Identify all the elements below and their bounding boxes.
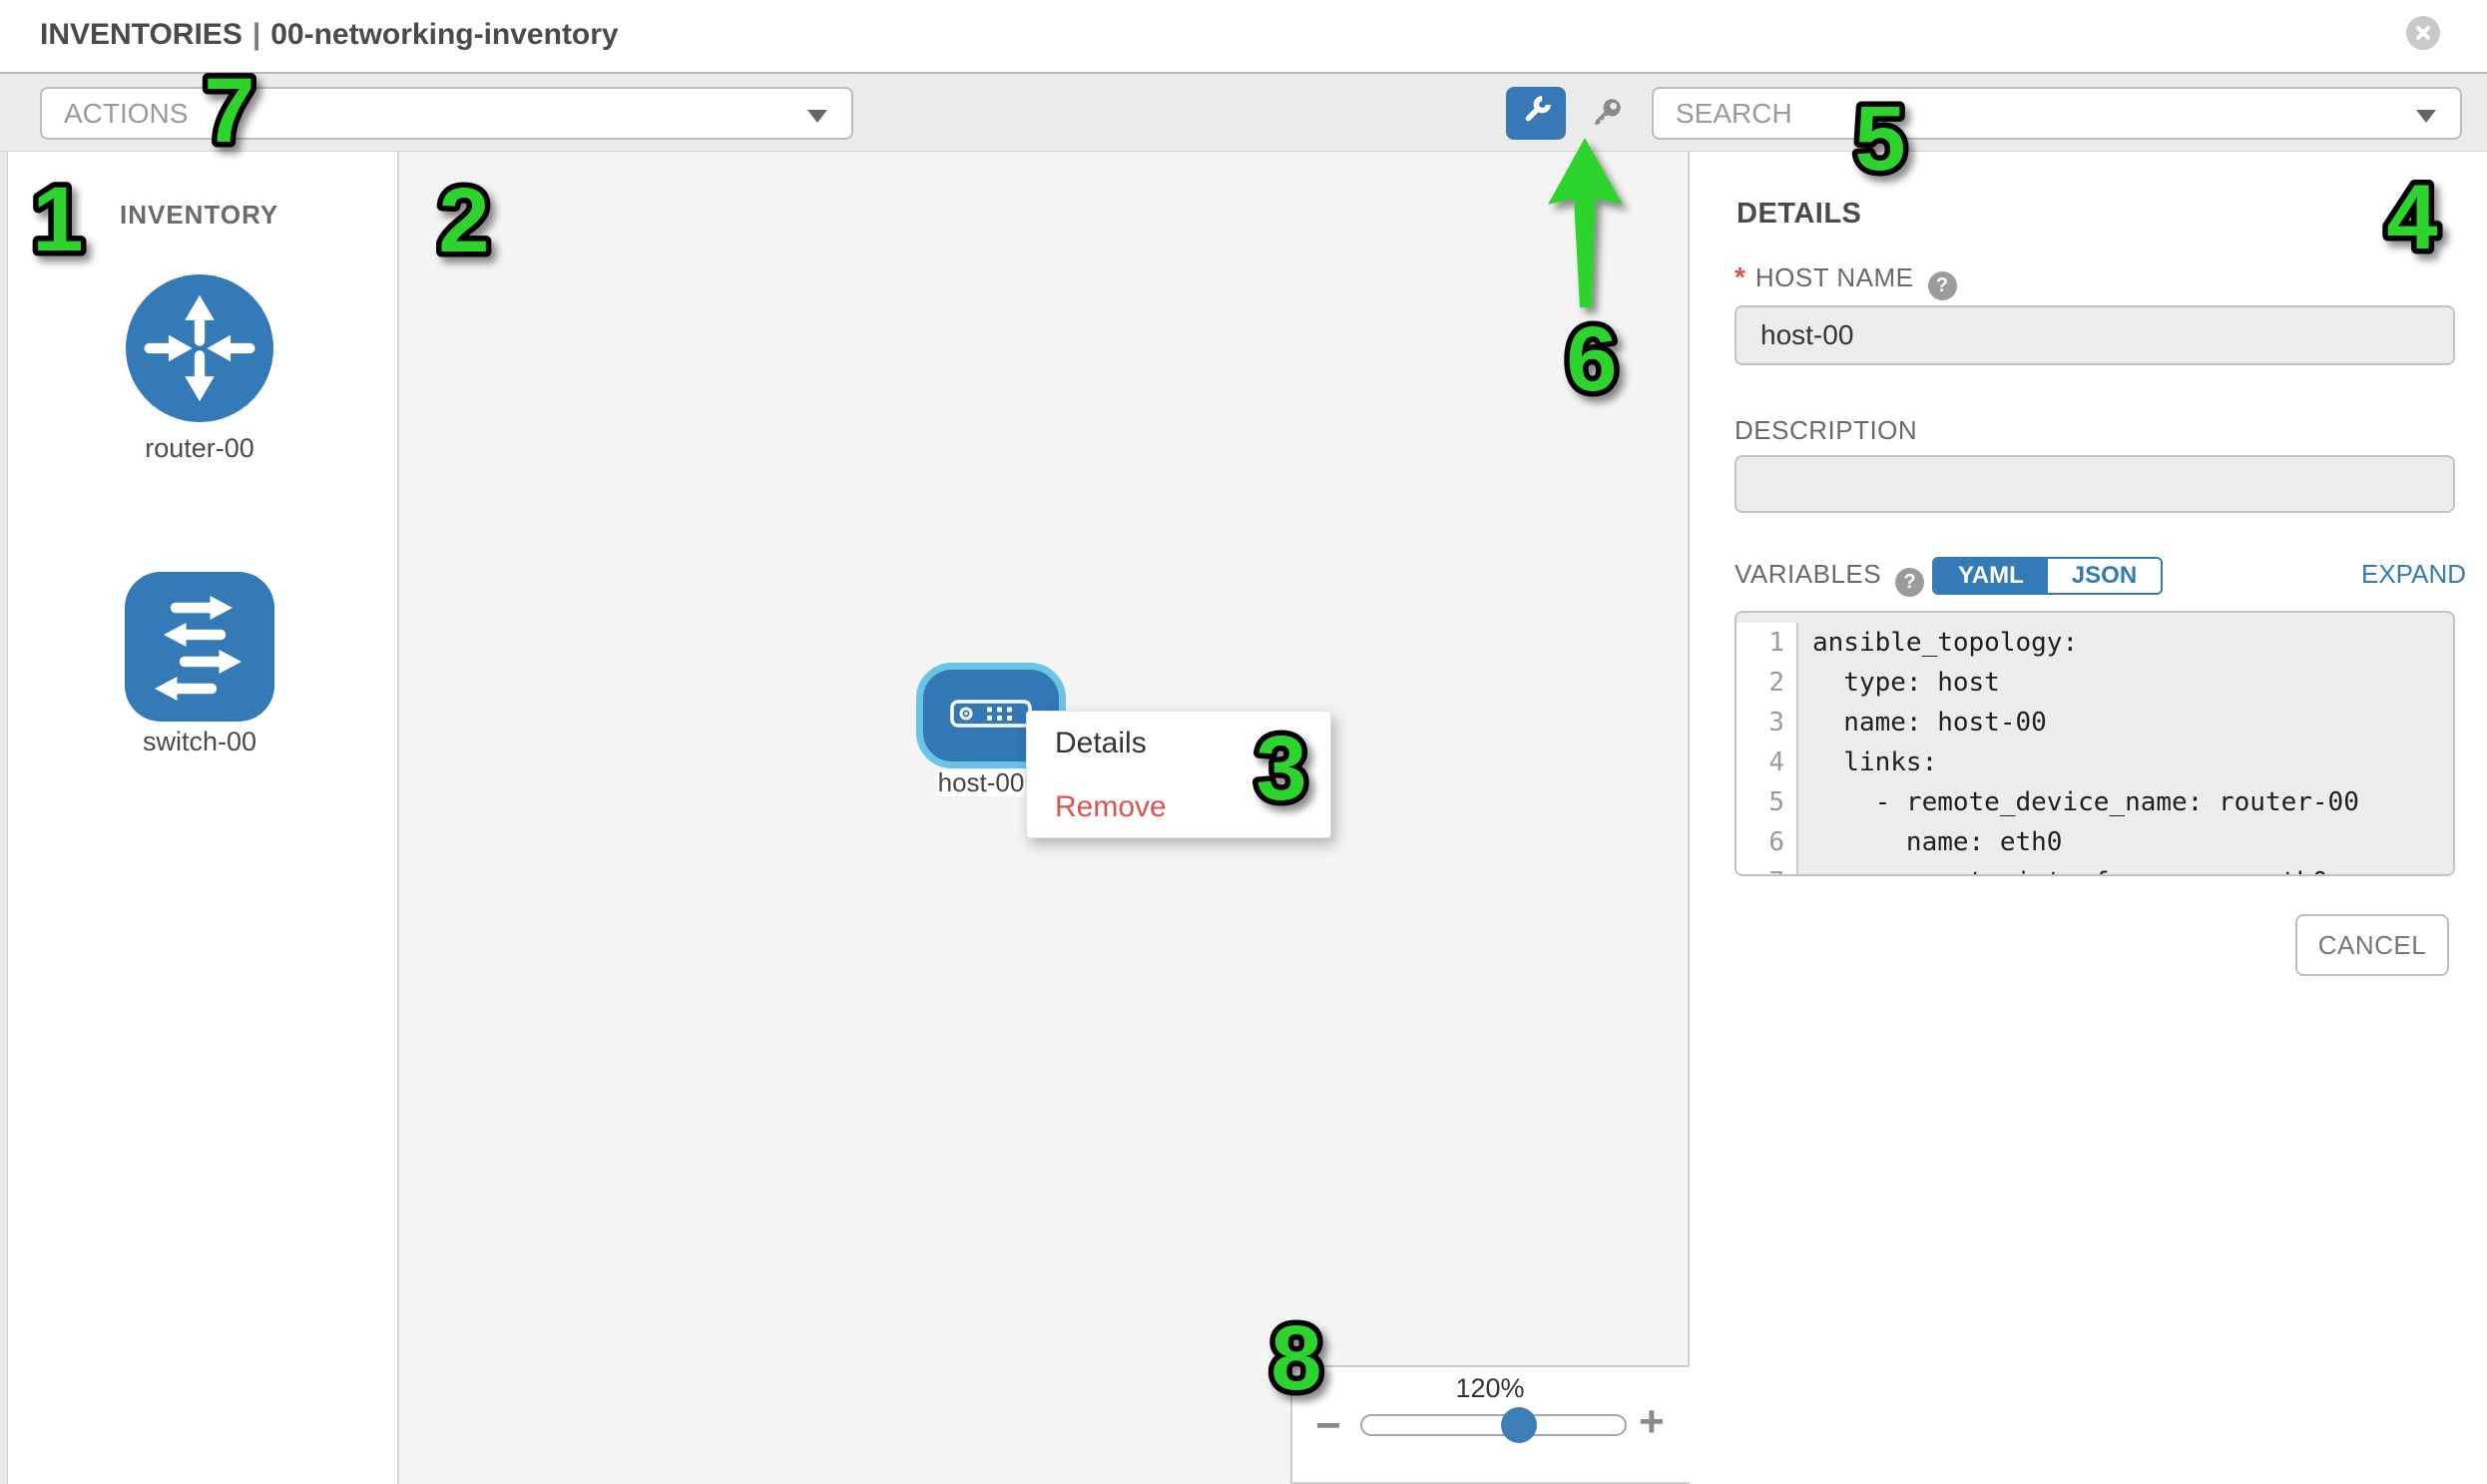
zoom-slider-thumb[interactable] — [1501, 1407, 1537, 1443]
breadcrumb-separator: | — [243, 18, 270, 51]
breadcrumb: INVENTORIES — [40, 18, 243, 51]
description-input[interactable] — [1735, 455, 2455, 513]
inventory-name: 00-networking-inventory — [270, 18, 618, 51]
variables-code-editor[interactable]: 1ansible_topology: 2 type: host 3 name: … — [1735, 611, 2455, 876]
line-number: 1 — [1737, 623, 1798, 663]
format-toggle: YAML JSON — [1932, 557, 2163, 595]
sidebar-item-router[interactable] — [126, 274, 273, 427]
host-node-label: host-00 — [937, 769, 1025, 796]
description-label: DESCRIPTION — [1735, 415, 1917, 446]
chevron-down-icon — [807, 110, 827, 123]
app-header: INVENTORIES|00-networking-inventory — [0, 0, 2487, 74]
toggle-yaml-button[interactable]: YAML — [1934, 559, 2048, 593]
key-icon — [1583, 93, 1627, 142]
line-number: 7 — [1737, 862, 1798, 876]
code-line: 3 name: host-00 — [1737, 703, 2453, 742]
zoom-out-button[interactable]: − — [1315, 1404, 1341, 1448]
help-icon[interactable]: ? — [1928, 271, 1957, 300]
sidebar-title: INVENTORY — [120, 200, 278, 231]
code-line: 1ansible_topology: — [1737, 623, 2453, 663]
line-number: 6 — [1737, 822, 1798, 862]
zoom-percentage: 120% — [1290, 1373, 1690, 1404]
line-text: ansible_topology: — [1798, 623, 2078, 663]
switch-icon — [125, 709, 274, 726]
wrench-icon — [1518, 93, 1554, 134]
line-text: name: eth0 — [1798, 822, 2062, 862]
expand-link[interactable]: EXPAND — [2361, 559, 2466, 590]
code-lines: 1ansible_topology: 2 type: host 3 name: … — [1737, 613, 2453, 876]
actions-dropdown-label: ACTIONS — [64, 98, 188, 130]
search-dropdown[interactable]: SEARCH — [1652, 87, 2462, 140]
code-line: 6 name: eth0 — [1737, 822, 2453, 862]
line-number: 4 — [1737, 742, 1798, 782]
chevron-down-icon — [2416, 110, 2436, 123]
inventory-topology-page: INVENTORIES|00-networking-inventory ACTI… — [0, 0, 2487, 1484]
context-menu: Details Remove — [1026, 711, 1331, 838]
required-marker: * — [1735, 261, 1745, 292]
variables-label-row: VARIABLES? — [1735, 559, 1924, 597]
context-menu-item-remove[interactable]: Remove — [1027, 775, 1330, 839]
sidebar-item-switch[interactable] — [125, 572, 274, 727]
line-text: name: host-00 — [1798, 703, 2047, 742]
tools-button[interactable] — [1506, 87, 1566, 140]
sidebar-item-switch-label: switch-00 — [120, 727, 279, 757]
code-line: 7 remote_interface_name: eth0 — [1737, 862, 2453, 876]
sidebar-item-router-label: router-00 — [120, 433, 279, 464]
host-name-label: HOST NAME — [1755, 262, 1914, 292]
host-name-input[interactable] — [1735, 305, 2455, 365]
page-title: INVENTORIES|00-networking-inventory — [40, 18, 619, 52]
cancel-button[interactable]: CANCEL — [2295, 914, 2449, 976]
line-text: type: host — [1798, 663, 2000, 703]
help-icon[interactable]: ? — [1895, 568, 1924, 597]
toggle-json-button[interactable]: JSON — [2048, 559, 2161, 593]
zoom-in-button[interactable]: + — [1639, 1400, 1665, 1444]
code-line: 2 type: host — [1737, 663, 2453, 703]
line-text: links: — [1798, 742, 1937, 782]
line-number: 5 — [1737, 782, 1798, 822]
host-name-label-row: * HOST NAME? — [1735, 261, 1957, 300]
key-button[interactable] — [1582, 94, 1628, 140]
line-text: - remote_device_name: router-00 — [1798, 782, 2359, 822]
line-number: 3 — [1737, 703, 1798, 742]
context-menu-item-details[interactable]: Details — [1027, 712, 1330, 775]
zoom-slider-track[interactable] — [1360, 1414, 1627, 1436]
actions-dropdown[interactable]: ACTIONS — [40, 87, 853, 140]
router-icon — [126, 409, 273, 426]
close-icon[interactable] — [2406, 16, 2440, 50]
code-line: 5 - remote_device_name: router-00 — [1737, 782, 2453, 822]
variables-label: VARIABLES — [1735, 559, 1881, 589]
search-dropdown-label: SEARCH — [1676, 98, 1792, 130]
code-line: 4 links: — [1737, 742, 2453, 782]
host-server-icon — [949, 699, 1033, 734]
line-text: remote_interface_name: eth0 — [1798, 862, 2328, 876]
details-panel-title: DETAILS — [1737, 198, 1861, 231]
left-edge-strip — [0, 152, 8, 1484]
line-number: 2 — [1737, 663, 1798, 703]
